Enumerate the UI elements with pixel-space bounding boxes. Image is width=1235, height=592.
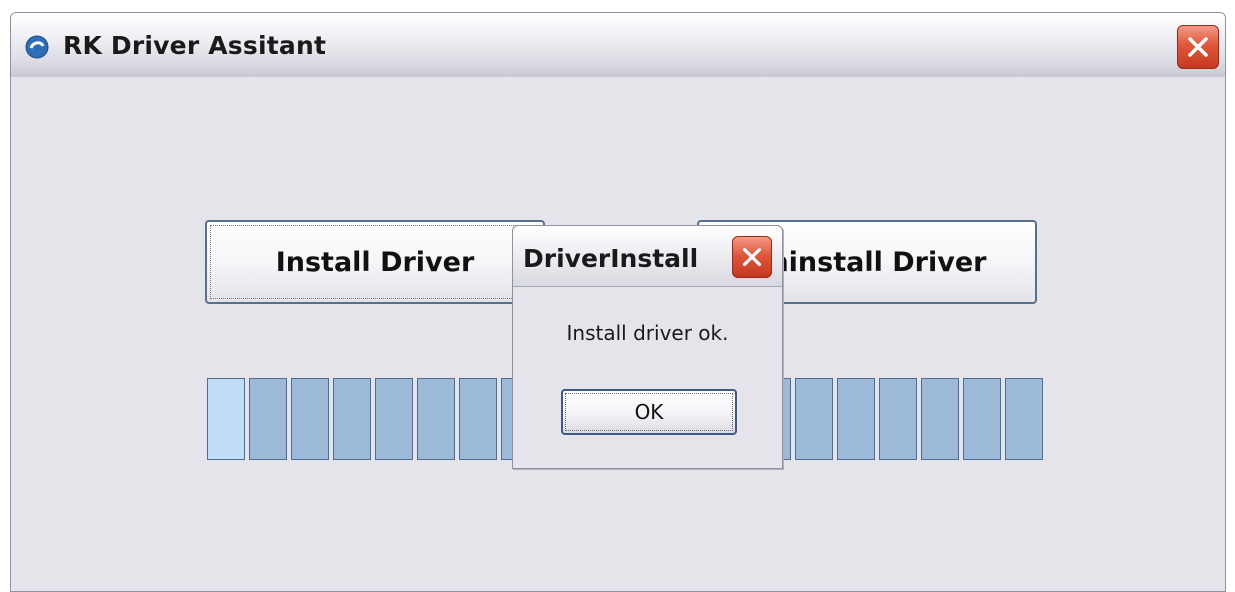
dialog-title-bar[interactable]: DriverInstall [513,226,782,287]
window-title: RK Driver Assitant [63,31,327,60]
dialog-close-button[interactable] [732,236,772,278]
progress-segment [291,378,329,460]
progress-segment [1005,378,1043,460]
progress-segment [795,378,833,460]
ok-button[interactable]: OK [561,389,737,435]
progress-segment [963,378,1001,460]
progress-segment [417,378,455,460]
progress-segment [375,378,413,460]
progress-segment [249,378,287,460]
close-button[interactable] [1177,25,1219,69]
progress-segment [333,378,371,460]
driver-install-dialog: DriverInstall Install driver ok. OK [512,225,783,469]
progress-segment [921,378,959,460]
close-icon [1188,37,1208,57]
title-bar[interactable]: RK Driver Assitant [11,13,1225,78]
dialog-title: DriverInstall [523,244,699,273]
progress-segment [207,378,245,460]
install-driver-button[interactable]: Install Driver [205,220,545,304]
app-logo-icon [25,35,49,59]
progress-segment [837,378,875,460]
progress-segment [879,378,917,460]
progress-segment [459,378,497,460]
dialog-message: Install driver ok. [566,321,729,345]
close-icon [743,248,761,266]
